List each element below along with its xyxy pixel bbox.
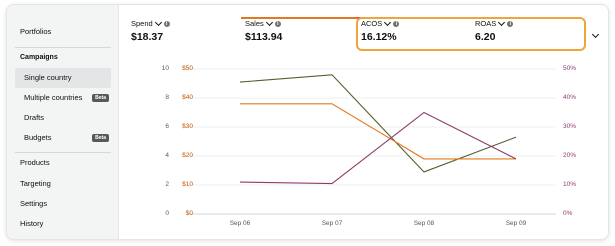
y-axis-percent-tick-label: 10% bbox=[563, 181, 577, 188]
y-axis-tick-label: 6 bbox=[165, 123, 169, 130]
y-axis-tick-label: 0 bbox=[165, 210, 169, 217]
y-axis-percent-tick-label: 20% bbox=[563, 152, 577, 159]
y-axis-sales-tick-label: $10 bbox=[182, 181, 193, 188]
campaign-manager-panel: Portfolios Campaigns Single country Mult… bbox=[6, 4, 609, 240]
y-axis-sales-tick-label: $20 bbox=[182, 152, 193, 159]
y-axis-percent-tick-label: 50% bbox=[563, 65, 577, 72]
y-axis-percent-tick-label: 0% bbox=[563, 210, 573, 217]
series-line-left bbox=[239, 74, 517, 173]
y-axis-tick-label: 8 bbox=[165, 94, 169, 101]
performance-line-chart bbox=[189, 68, 556, 215]
x-axis-tick-label: Sep 08 bbox=[413, 220, 435, 227]
y-axis-percent-tick-label: 40% bbox=[563, 94, 577, 101]
y-axis-sales-tick-label: $0 bbox=[185, 210, 193, 217]
y-axis-tick-label: 4 bbox=[165, 152, 169, 159]
y-axis-sales-tick-label: $30 bbox=[182, 123, 193, 130]
series-line-left2 bbox=[240, 103, 516, 160]
y-axis-tick-label: 10 bbox=[161, 65, 169, 72]
x-axis-tick-label: Sep 07 bbox=[321, 220, 343, 227]
y-axis-tick-label: 2 bbox=[165, 181, 169, 188]
x-axis-tick-label: Sep 06 bbox=[229, 220, 251, 227]
y-axis-sales-tick-label: $50 bbox=[182, 65, 193, 72]
y-axis-sales-tick-label: $40 bbox=[182, 94, 193, 101]
y-axis-percent-tick-label: 30% bbox=[563, 123, 577, 130]
x-axis-tick-label: Sep 09 bbox=[505, 220, 527, 227]
